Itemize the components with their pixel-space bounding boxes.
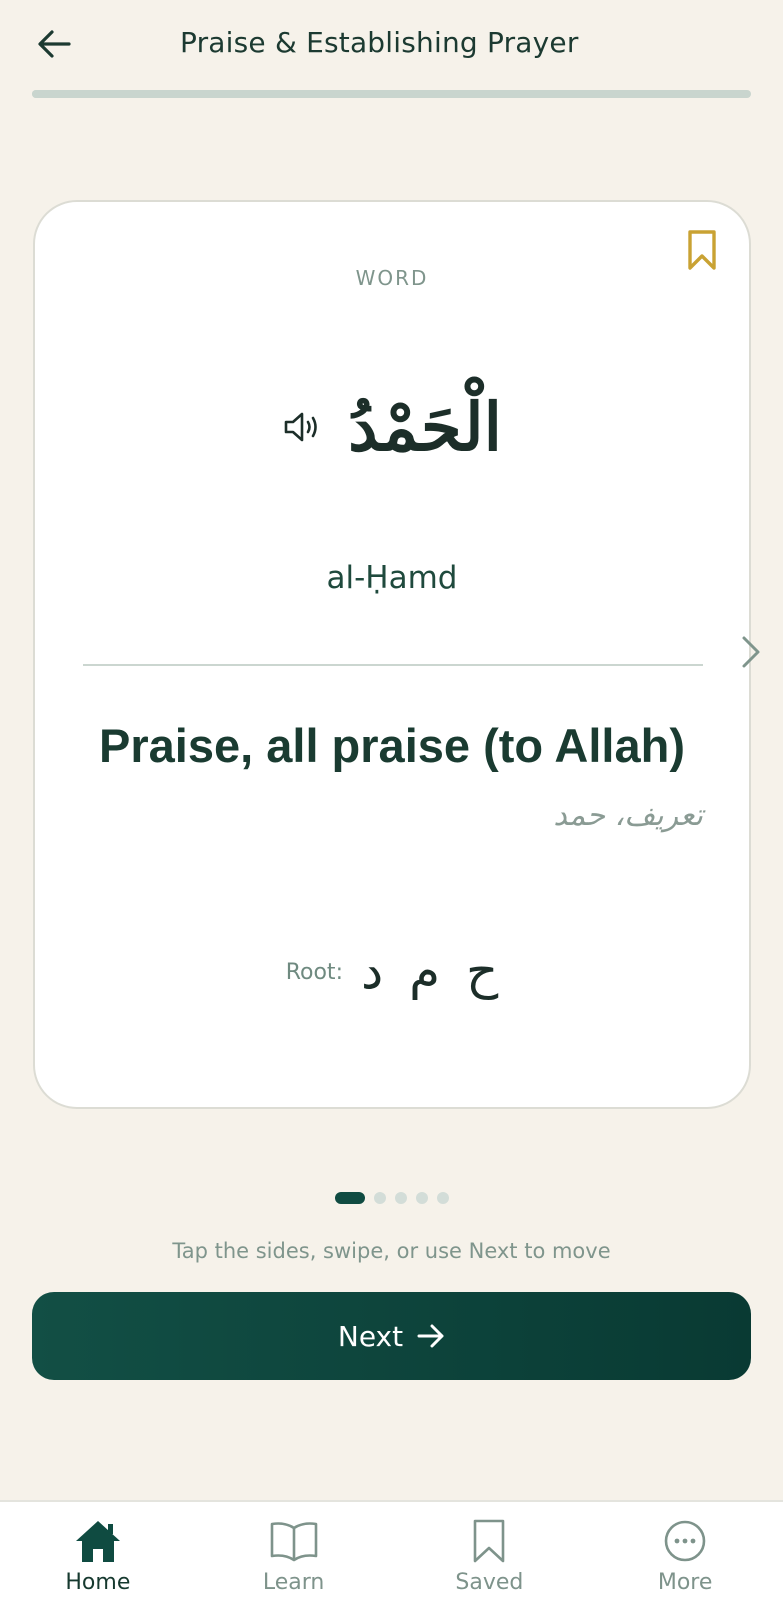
flashcard[interactable]: WORD الْحَمْدُ al-Ḥamd Praise, all prais… (33, 200, 751, 1109)
nav-item-learn[interactable]: Learn (196, 1502, 392, 1600)
transliteration: al-Ḥamd (326, 560, 458, 596)
bottom-navigation: Home Learn Saved More (0, 1500, 783, 1600)
book-icon (269, 1518, 319, 1564)
root-label: Root: (285, 960, 343, 985)
audio-button[interactable] (282, 407, 322, 447)
progress-fill (32, 90, 176, 98)
pagination-dot (415, 1192, 428, 1204)
navigation-hint: Tap the sides, swipe, or use Next to mov… (172, 1239, 611, 1263)
nav-label-saved: Saved (455, 1570, 524, 1595)
nav-label-learn: Learn (262, 1570, 325, 1595)
card-type-label: WORD (355, 266, 429, 290)
bookmark-icon (464, 1518, 514, 1564)
nav-label-home: Home (65, 1570, 131, 1595)
next-button-label: Next (337, 1319, 404, 1353)
nav-item-saved[interactable]: Saved (392, 1502, 588, 1600)
page-title: Praise & Establishing Prayer (180, 26, 579, 59)
home-icon (73, 1518, 123, 1564)
nav-item-more[interactable]: More (587, 1502, 783, 1600)
arabic-word: الْحَمْدُ (348, 388, 502, 466)
arrow-left-icon (38, 30, 71, 58)
pagination-dot-active (334, 1192, 365, 1204)
root-row: Root: ح م د (35, 942, 749, 1022)
nav-item-home[interactable]: Home (0, 1502, 196, 1600)
meaning-text: Praise, all praise (to Allah) (99, 719, 685, 772)
urdu-translation: تعریف، حمد (553, 798, 703, 833)
root-letters: ح م د (360, 942, 499, 1000)
next-card-chevron[interactable] (736, 632, 766, 672)
chevron-right-icon (742, 636, 760, 668)
pagination-dots (0, 1192, 783, 1204)
nav-label-more: More (657, 1570, 713, 1595)
next-button[interactable]: Next (32, 1292, 751, 1380)
arabic-row: الْحَمْدُ (35, 372, 749, 482)
card-divider (83, 664, 703, 666)
back-button[interactable] (34, 26, 74, 62)
speaker-icon (284, 412, 317, 442)
header: Praise & Establishing Prayer (0, 0, 783, 90)
more-icon (660, 1518, 710, 1564)
arrow-right-icon (417, 1324, 444, 1348)
pagination-dot (436, 1192, 449, 1204)
pagination-dot (373, 1192, 386, 1204)
progress-bar (32, 90, 751, 98)
pagination-dot (394, 1192, 407, 1204)
